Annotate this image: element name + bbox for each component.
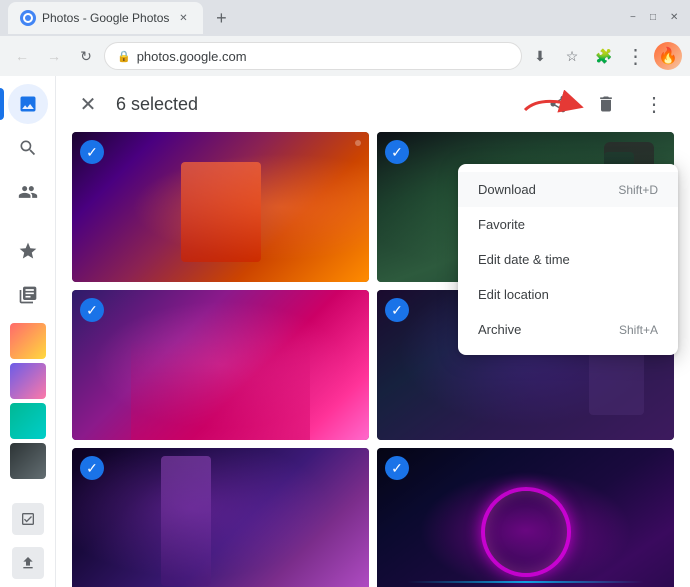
photo-item-1[interactable]: ✓ [72, 132, 369, 282]
photo-item-5[interactable]: ✓ [72, 448, 369, 587]
photo-item-3[interactable]: ✓ [72, 290, 369, 440]
archive-shortcut: Shift+A [619, 323, 658, 337]
menu-item-archive[interactable]: Archive Shift+A [458, 312, 678, 347]
sidebar-checkbox-icon[interactable] [12, 503, 44, 535]
active-tab[interactable]: Photos - Google Photos ✕ [8, 2, 203, 34]
menu-icon[interactable]: ⋮ [622, 42, 650, 70]
main-content: ✕ 6 selected ⋮ [56, 76, 690, 587]
close-selection-button[interactable]: ✕ [72, 88, 104, 120]
lock-icon: 🔒 [117, 50, 131, 63]
download-toolbar-icon[interactable]: ⬇ [526, 42, 554, 70]
people-icon [18, 182, 38, 202]
photo-4-checkmark: ✓ [385, 298, 409, 322]
browser-toolbar: ⬇ ☆ 🧩 ⋮ 🔥 [526, 42, 682, 70]
url-bar[interactable]: 🔒 photos.google.com [104, 42, 522, 70]
album-icon [18, 285, 38, 305]
delete-icon [596, 94, 616, 114]
download-label: Download [478, 182, 536, 197]
menu-item-edit-location[interactable]: Edit location [458, 277, 678, 312]
archive-label: Archive [478, 322, 521, 337]
address-bar: ← → ↻ 🔒 photos.google.com ⬇ ☆ 🧩 ⋮ 🔥 [0, 36, 690, 76]
sidebar-item-albums[interactable] [8, 275, 48, 315]
back-button[interactable]: ← [8, 42, 36, 70]
edit-location-label: Edit location [478, 287, 549, 302]
delete-button[interactable] [586, 84, 626, 124]
new-tab-button[interactable]: + [207, 4, 235, 32]
menu-item-favorite[interactable]: Favorite [458, 207, 678, 242]
window-controls: − □ ✕ [630, 12, 682, 24]
sidebar-item-photos[interactable] [8, 84, 48, 124]
photo-3-checkmark: ✓ [80, 298, 104, 322]
star-icon [18, 241, 38, 261]
download-shortcut: Shift+D [618, 183, 658, 197]
tab-title: Photos - Google Photos [42, 11, 169, 25]
app-body: ✕ 6 selected ⋮ [0, 76, 690, 587]
edit-date-label: Edit date & time [478, 252, 570, 267]
top-bar: ✕ 6 selected ⋮ [56, 76, 690, 132]
sidebar-item-search[interactable] [8, 128, 48, 168]
reload-button[interactable]: ↻ [72, 42, 100, 70]
check-square-icon [20, 511, 36, 527]
sidebar [0, 76, 56, 587]
puzzle-icon[interactable]: 🧩 [590, 42, 618, 70]
photo-item-6[interactable]: ✓ [377, 448, 674, 587]
close-window-button[interactable]: ✕ [670, 12, 682, 24]
sidebar-upload-icon[interactable] [12, 547, 44, 579]
menu-item-edit-date[interactable]: Edit date & time [458, 242, 678, 277]
photo-6-checkmark: ✓ [385, 456, 409, 480]
tab-favicon [20, 10, 36, 26]
sidebar-thumb-2[interactable] [10, 363, 46, 399]
favorite-label: Favorite [478, 217, 525, 232]
sidebar-thumb-4[interactable] [10, 443, 46, 479]
minimize-button[interactable]: − [630, 12, 642, 24]
search-icon [18, 138, 38, 158]
bookmark-icon[interactable]: ☆ [558, 42, 586, 70]
sidebar-item-favorites[interactable] [8, 232, 48, 272]
profile-avatar[interactable]: 🔥 [654, 42, 682, 70]
context-menu: Download Shift+D Favorite Edit date & ti… [458, 164, 678, 355]
menu-item-download[interactable]: Download Shift+D [458, 172, 678, 207]
maximize-button[interactable]: □ [650, 12, 662, 24]
sidebar-item-people[interactable] [8, 172, 48, 212]
browser-chrome: Photos - Google Photos ✕ + − □ ✕ ← → ↻ 🔒… [0, 0, 690, 76]
photo-5-checkmark: ✓ [80, 456, 104, 480]
tab-close-button[interactable]: ✕ [175, 10, 191, 26]
url-text: photos.google.com [137, 49, 247, 64]
red-arrow [520, 90, 580, 118]
forward-button[interactable]: → [40, 42, 68, 70]
upload-icon [20, 555, 36, 571]
tab-bar: Photos - Google Photos ✕ + − □ ✕ [0, 0, 690, 36]
photo-2-checkmark: ✓ [385, 140, 409, 164]
more-options-button[interactable]: ⋮ [634, 84, 674, 124]
selection-count: 6 selected [116, 94, 526, 115]
sidebar-thumb-1[interactable] [10, 323, 46, 359]
photos-icon [18, 94, 38, 114]
sidebar-thumb-3[interactable] [10, 403, 46, 439]
photo-1-checkmark: ✓ [80, 140, 104, 164]
